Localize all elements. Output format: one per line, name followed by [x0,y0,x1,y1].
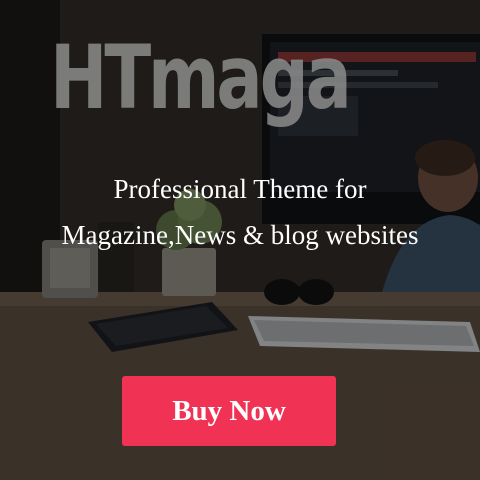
buy-now-button[interactable]: Buy Now [122,376,336,446]
brand-logo: HTmagazine [50,28,347,128]
tagline-line-2: Magazine,News & blog websites [61,220,419,250]
ad-banner[interactable]: HTmagazine Professional Theme for Magazi… [0,0,480,480]
tagline-line-1: Professional Theme for [113,174,367,204]
